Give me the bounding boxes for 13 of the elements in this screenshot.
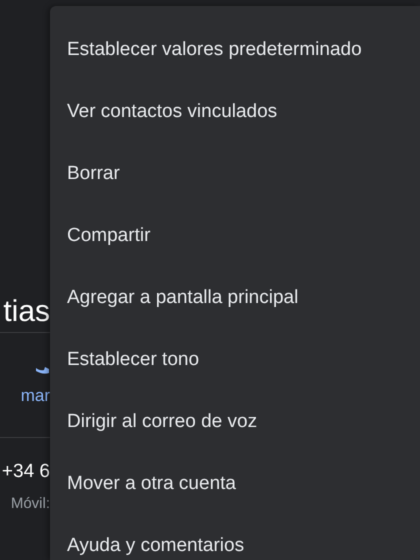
- menu-item[interactable]: Ver contactos vinculados: [50, 80, 284, 142]
- menu-item[interactable]: Mover a otra cuenta: [50, 452, 242, 514]
- phone-number: +34 6: [2, 460, 50, 484]
- menu-item[interactable]: Compartir: [50, 204, 156, 266]
- menu-item[interactable]: Agregar a pantalla principal: [50, 266, 304, 328]
- phone-type: Móvil:: [10, 494, 50, 514]
- menu-item[interactable]: Dirigir al correo de voz: [50, 390, 264, 452]
- call-button-label[interactable]: mar: [20, 383, 50, 408]
- menu-item[interactable]: Establecer tono: [50, 328, 206, 390]
- menu-item[interactable]: Establecer valores predeterminado: [50, 18, 368, 80]
- menu-item[interactable]: Ayuda y comentarios: [50, 514, 250, 560]
- contact-name: tias: [3, 294, 50, 330]
- menu-item[interactable]: Borrar: [50, 142, 126, 204]
